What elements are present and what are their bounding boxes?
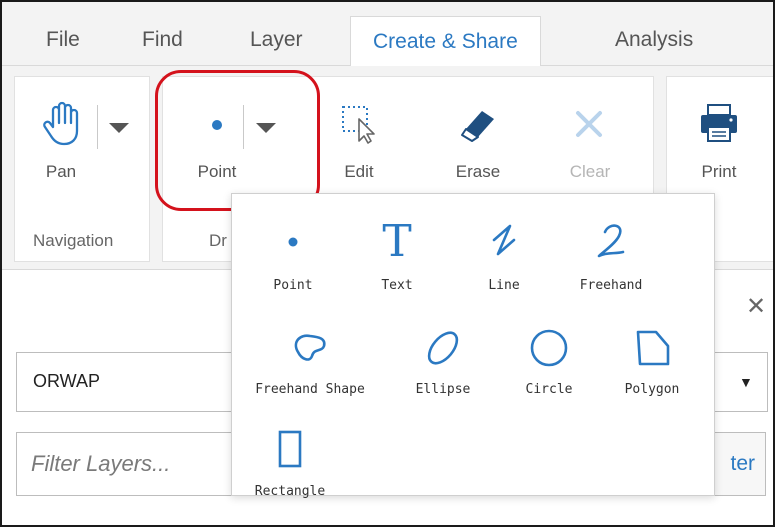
- tab-layer[interactable]: Layer: [240, 14, 313, 66]
- eraser-icon: [461, 111, 494, 142]
- tab-create-share[interactable]: Create & Share: [350, 16, 541, 67]
- printer-icon: [701, 104, 737, 142]
- menu-item-label: Point: [273, 278, 313, 293]
- menu-item-freehand-shape[interactable]: Freehand Shape: [240, 328, 380, 397]
- menu-item-point[interactable]: Point: [258, 222, 328, 293]
- edit-label: Edit: [344, 162, 374, 181]
- svg-text:T: T: [382, 218, 411, 262]
- tab-file[interactable]: File: [36, 14, 90, 66]
- menu-item-freehand[interactable]: Freehand: [566, 218, 656, 293]
- pan-label: Pan: [45, 162, 77, 181]
- menu-item-label: Freehand Shape: [255, 382, 365, 397]
- draw-type-menu: Point T Text Line Freehand Freehand Shap…: [231, 193, 715, 499]
- freehand-icon: [597, 224, 625, 258]
- text-icon: T: [382, 218, 411, 262]
- rectangle-icon: [278, 430, 302, 468]
- clear-x-icon: [576, 111, 602, 137]
- menu-item-label: Freehand: [579, 278, 643, 293]
- menu-item-polygon[interactable]: Polygon: [612, 328, 692, 397]
- menu-item-line[interactable]: Line: [469, 218, 539, 293]
- erase-label: Erase: [455, 162, 501, 181]
- filter-placeholder: Filter Layers...: [31, 451, 171, 476]
- line-icon: [492, 224, 516, 256]
- hand-icon: [43, 101, 79, 146]
- navigation-group-label: Navigation: [33, 231, 114, 250]
- ellipse-icon: [427, 331, 459, 365]
- point-label: Point: [197, 162, 237, 181]
- menu-item-label: Circle: [525, 382, 573, 397]
- circle-icon: [530, 329, 568, 367]
- point-dropdown-caret[interactable]: [256, 123, 276, 133]
- menu-item-label: Line: [488, 278, 520, 293]
- erase-button[interactable]: Erase: [445, 101, 511, 182]
- tab-bar: File Find Layer Create & Share Analysis: [2, 2, 773, 67]
- menu-item-label: Text: [381, 278, 413, 293]
- point-icon: [212, 120, 222, 130]
- app-frame: File Find Layer Create & Share Analysis …: [0, 0, 775, 527]
- tab-analysis[interactable]: Analysis: [605, 14, 703, 66]
- divider: [97, 105, 98, 149]
- draw-group-label: Dr: [209, 231, 227, 250]
- filter-button-label: ter: [730, 452, 755, 475]
- point-icon: [288, 237, 298, 247]
- layer-select-value: ORWAP: [33, 371, 101, 391]
- menu-item-ellipse[interactable]: Ellipse: [408, 328, 478, 397]
- menu-item-label: Polygon: [624, 382, 680, 397]
- edit-button[interactable]: Edit: [329, 101, 389, 182]
- close-icon[interactable]: ✕: [746, 292, 766, 321]
- menu-item-circle[interactable]: Circle: [514, 328, 584, 397]
- clear-button[interactable]: Clear: [557, 101, 623, 182]
- print-button[interactable]: Print: [685, 101, 753, 182]
- divider: [243, 105, 244, 149]
- navigation-group: Pan Navigation: [14, 76, 150, 262]
- clear-label: Clear: [569, 162, 611, 181]
- freehand-shape-icon: [294, 334, 326, 361]
- print-label: Print: [701, 162, 737, 181]
- menu-item-label: Ellipse: [415, 382, 471, 397]
- point-button[interactable]: Point: [171, 101, 263, 182]
- menu-item-rectangle[interactable]: Rectangle: [250, 430, 330, 499]
- tab-find[interactable]: Find: [132, 14, 193, 66]
- pan-dropdown-caret[interactable]: [109, 123, 129, 133]
- menu-item-label: Rectangle: [254, 484, 326, 499]
- edit-select-icon: [342, 106, 375, 144]
- chevron-down-icon[interactable]: ▼: [739, 374, 753, 390]
- pan-button[interactable]: Pan: [29, 101, 93, 182]
- polygon-icon: [636, 330, 670, 366]
- menu-item-text[interactable]: T Text: [362, 218, 432, 293]
